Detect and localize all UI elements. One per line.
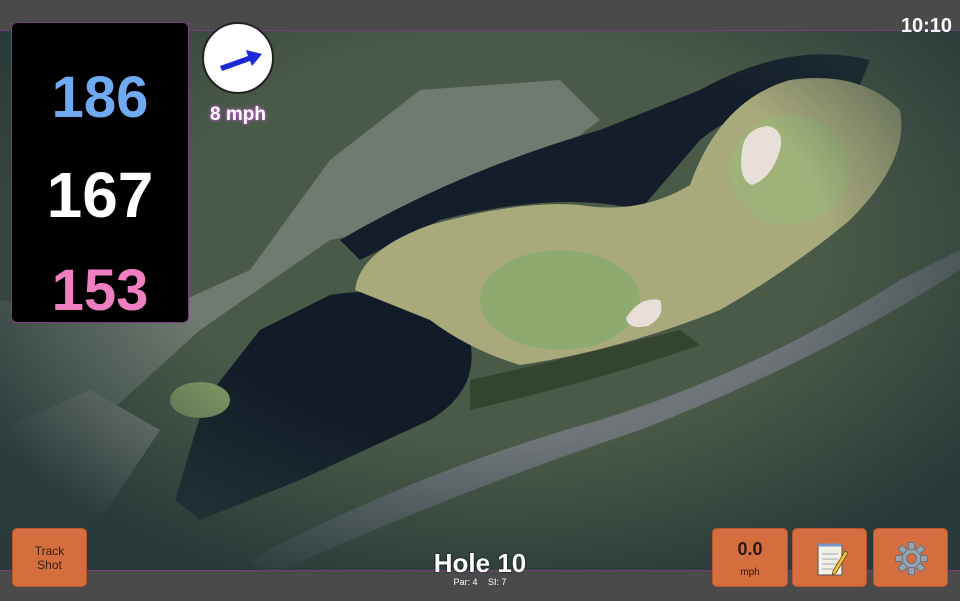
hole-title: Hole 10 xyxy=(433,548,527,578)
middle-distance: 167 xyxy=(46,159,154,231)
back-distance: 186 xyxy=(51,65,149,130)
speed-unit: mph xyxy=(740,567,760,578)
wind-speed: 8 mph xyxy=(210,104,266,125)
hole-info: Par: 4 SI: 7 xyxy=(380,577,580,587)
hole-par: Par: 4 xyxy=(453,577,478,587)
wind-direction-dial xyxy=(202,22,274,94)
notepad-icon xyxy=(817,543,849,576)
speed-button[interactable]: 0.0 mph xyxy=(712,528,788,587)
gear-icon xyxy=(895,542,928,575)
track-shot-label: Track Shot xyxy=(34,543,65,572)
wind-arrow-icon xyxy=(220,50,262,71)
hole-stroke-index: SI: 7 xyxy=(488,577,507,587)
distance-panel: 186 167 153 xyxy=(11,22,189,323)
settings-button[interactable] xyxy=(873,528,948,587)
front-distance: 153 xyxy=(51,258,149,323)
status-time: 10:10 xyxy=(900,15,952,37)
notes-button[interactable] xyxy=(792,528,867,587)
track-shot-button[interactable]: Track Shot xyxy=(12,528,87,587)
speed-value: 0.0 xyxy=(737,539,763,559)
